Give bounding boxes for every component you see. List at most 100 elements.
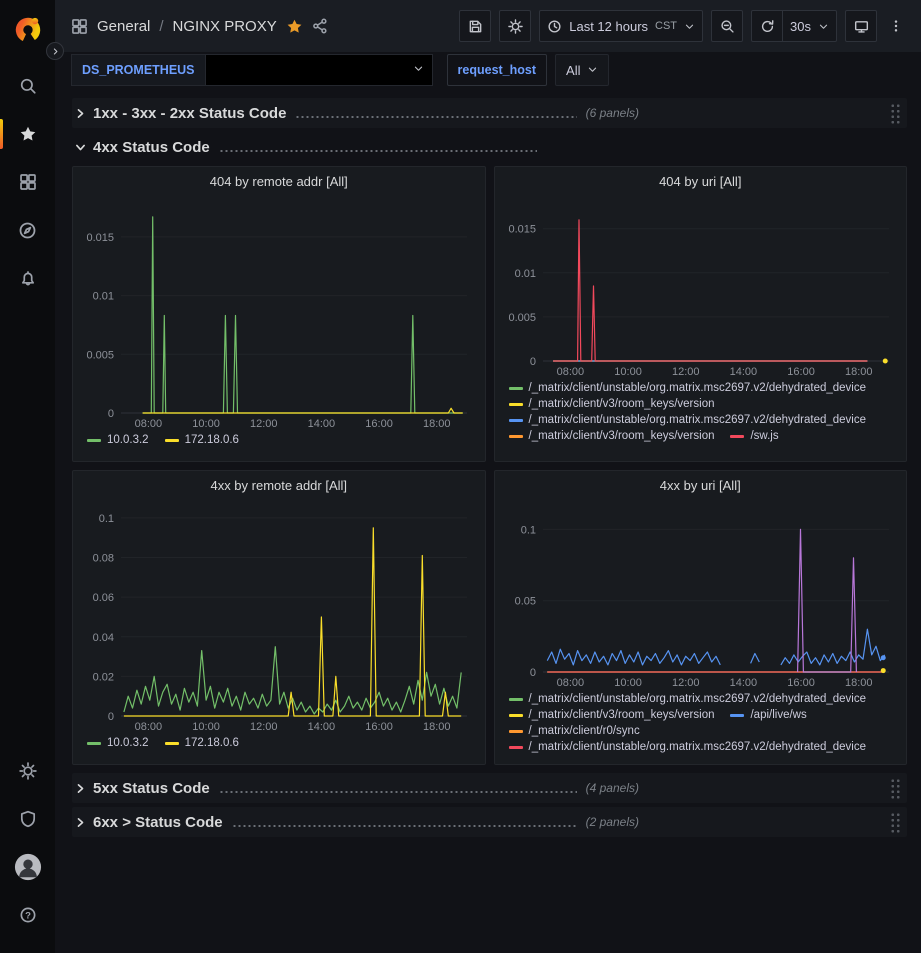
chart-4xx-by-uri[interactable]: 00.050.108:0010:0012:0014:0016:0018:00 <box>503 499 899 690</box>
row-6xx[interactable]: 6xx > Status Code (2 panels) <box>72 807 907 837</box>
drag-handle-dots[interactable] <box>890 778 901 799</box>
panel-title[interactable]: 4xx by remote addr [All] <box>81 473 477 499</box>
chevron-down-icon <box>74 141 87 154</box>
refresh-button[interactable] <box>751 10 783 42</box>
datasource-variable-value[interactable] <box>205 54 433 86</box>
more-options-button[interactable] <box>885 10 907 42</box>
svg-text:0.015: 0.015 <box>86 232 114 244</box>
tv-icon <box>854 19 869 34</box>
legend-label: /api/live/ws <box>750 709 806 721</box>
legend-item[interactable]: 10.0.3.2 <box>87 737 149 749</box>
sidebar-item-starred[interactable] <box>0 110 55 158</box>
sidebar-item-server-admin[interactable] <box>0 795 55 843</box>
gear-icon <box>508 19 523 34</box>
timezone-label: CST <box>655 20 677 32</box>
panel-title[interactable]: 4xx by uri [All] <box>503 473 899 499</box>
legend-item[interactable]: 10.0.3.2 <box>87 434 149 446</box>
chart-4xx-by-remote-addr[interactable]: 00.020.040.060.080.108:0010:0012:0014:00… <box>81 499 477 734</box>
breadcrumb-section[interactable]: General <box>97 18 150 35</box>
svg-text:0.08: 0.08 <box>93 553 114 565</box>
time-range-picker[interactable]: Last 12 hours CST <box>539 10 703 42</box>
svg-text:08:00: 08:00 <box>135 721 163 733</box>
sidebar-item-explore[interactable] <box>0 206 55 254</box>
legend-swatch <box>509 419 523 422</box>
zoom-out-time-button[interactable] <box>711 10 743 42</box>
request-host-variable-value[interactable]: All <box>555 54 609 86</box>
favorite-star-button[interactable] <box>286 18 303 35</box>
legend-item[interactable]: 172.18.0.6 <box>165 434 239 446</box>
svg-text:16:00: 16:00 <box>365 418 393 430</box>
panel-title[interactable]: 404 by uri [All] <box>503 169 899 195</box>
legend-label: /_matrix/client/unstable/org.matrix.msc2… <box>529 382 867 394</box>
chevron-down-icon <box>413 61 424 79</box>
legend-swatch <box>87 439 101 442</box>
drag-handle-dots[interactable] <box>890 812 901 833</box>
topbar-actions: Last 12 hours CST <box>459 10 907 42</box>
star-icon <box>286 18 303 35</box>
legend-item[interactable]: /_matrix/client/v3/room_keys/version <box>509 398 715 410</box>
svg-text:0.1: 0.1 <box>99 513 114 525</box>
legend-item[interactable]: /_matrix/client/v3/room_keys/version <box>509 430 715 442</box>
row-4xx[interactable]: 4xx Status Code <box>72 132 907 162</box>
legend-item[interactable]: 172.18.0.6 <box>165 737 239 749</box>
sidebar-expand-button[interactable] <box>46 42 64 60</box>
panel-title[interactable]: 404 by remote addr [All] <box>81 169 477 195</box>
request-host-variable: request_host All <box>447 54 610 86</box>
breadcrumb-title[interactable]: NGINX PROXY <box>173 18 277 35</box>
drag-handle-dots[interactable] <box>890 103 901 124</box>
datasource-variable-label[interactable]: DS_PROMETHEUS <box>71 54 205 86</box>
panel-4xx-by-uri: 4xx by uri [All] 00.050.108:0010:0012:00… <box>494 470 908 765</box>
save-dashboard-button[interactable] <box>459 10 491 42</box>
chart-legend: 10.0.3.2 172.18.0.6 <box>81 431 477 457</box>
sidebar-item-help[interactable]: ? <box>0 891 55 939</box>
legend-label: 172.18.0.6 <box>185 737 239 749</box>
row-title: 1xx - 3xx - 2xx Status Code <box>93 105 286 122</box>
legend-label: /_matrix/client/unstable/org.matrix.msc2… <box>529 741 867 753</box>
legend-swatch <box>730 435 744 438</box>
tv-mode-button[interactable] <box>845 10 877 42</box>
compass-icon <box>18 221 37 240</box>
row-5xx[interactable]: 5xx Status Code (4 panels) <box>72 773 907 803</box>
time-range-label: Last 12 hours <box>569 19 648 34</box>
variables-bar: DS_PROMETHEUS request_host All <box>55 52 921 92</box>
chart-legend: /_matrix/client/unstable/org.matrix.msc2… <box>503 379 899 457</box>
share-button[interactable] <box>312 18 328 34</box>
legend-label: 172.18.0.6 <box>185 434 239 446</box>
refresh-button-group: 30s <box>751 10 837 42</box>
kebab-icon <box>889 18 903 34</box>
legend-item[interactable]: /_matrix/client/unstable/org.matrix.msc2… <box>509 741 867 753</box>
grafana-logo[interactable] <box>11 10 45 48</box>
dashboard-settings-button[interactable] <box>499 10 531 42</box>
legend-swatch <box>509 435 523 438</box>
legend-item[interactable]: /_matrix/client/unstable/org.matrix.msc2… <box>509 693 867 705</box>
legend-label: /_matrix/client/v3/room_keys/version <box>529 398 715 410</box>
legend-item[interactable]: /_matrix/client/v3/room_keys/version <box>509 709 715 721</box>
sidebar-item-dashboards[interactable] <box>0 158 55 206</box>
legend-item[interactable]: /_matrix/client/unstable/org.matrix.msc2… <box>509 414 867 426</box>
svg-text:10:00: 10:00 <box>192 418 220 430</box>
legend-item[interactable]: /_matrix/client/r0/sync <box>509 725 640 737</box>
svg-text:16:00: 16:00 <box>787 677 815 689</box>
request-host-variable-label[interactable]: request_host <box>447 54 548 86</box>
svg-text:12:00: 12:00 <box>250 721 278 733</box>
svg-text:0.015: 0.015 <box>508 224 536 236</box>
chart-404-by-uri[interactable]: 00.0050.010.01508:0010:0012:0014:0016:00… <box>503 195 899 379</box>
svg-text:08:00: 08:00 <box>556 677 584 689</box>
svg-text:10:00: 10:00 <box>192 721 220 733</box>
sidebar-item-profile[interactable] <box>0 843 55 891</box>
sidebar-item-alerting[interactable] <box>0 254 55 302</box>
legend-item[interactable]: /sw.js <box>730 430 778 442</box>
svg-text:0: 0 <box>108 408 114 420</box>
svg-text:08:00: 08:00 <box>556 366 584 378</box>
sidebar-item-configuration[interactable] <box>0 747 55 795</box>
refresh-interval-picker[interactable]: 30s <box>783 10 837 42</box>
sidebar-item-search[interactable] <box>0 62 55 110</box>
legend-label: 10.0.3.2 <box>107 434 149 446</box>
svg-text:0: 0 <box>529 356 535 368</box>
row-1xx-3xx-2xx[interactable]: 1xx - 3xx - 2xx Status Code (6 panels) <box>72 98 907 128</box>
legend-item[interactable]: /api/live/ws <box>730 709 806 721</box>
chart-404-by-remote-addr[interactable]: 00.0050.010.01508:0010:0012:0014:0016:00… <box>81 195 477 431</box>
legend-item[interactable]: /_matrix/client/unstable/org.matrix.msc2… <box>509 382 867 394</box>
legend-label: /_matrix/client/r0/sync <box>529 725 640 737</box>
chevron-down-icon <box>587 63 598 78</box>
